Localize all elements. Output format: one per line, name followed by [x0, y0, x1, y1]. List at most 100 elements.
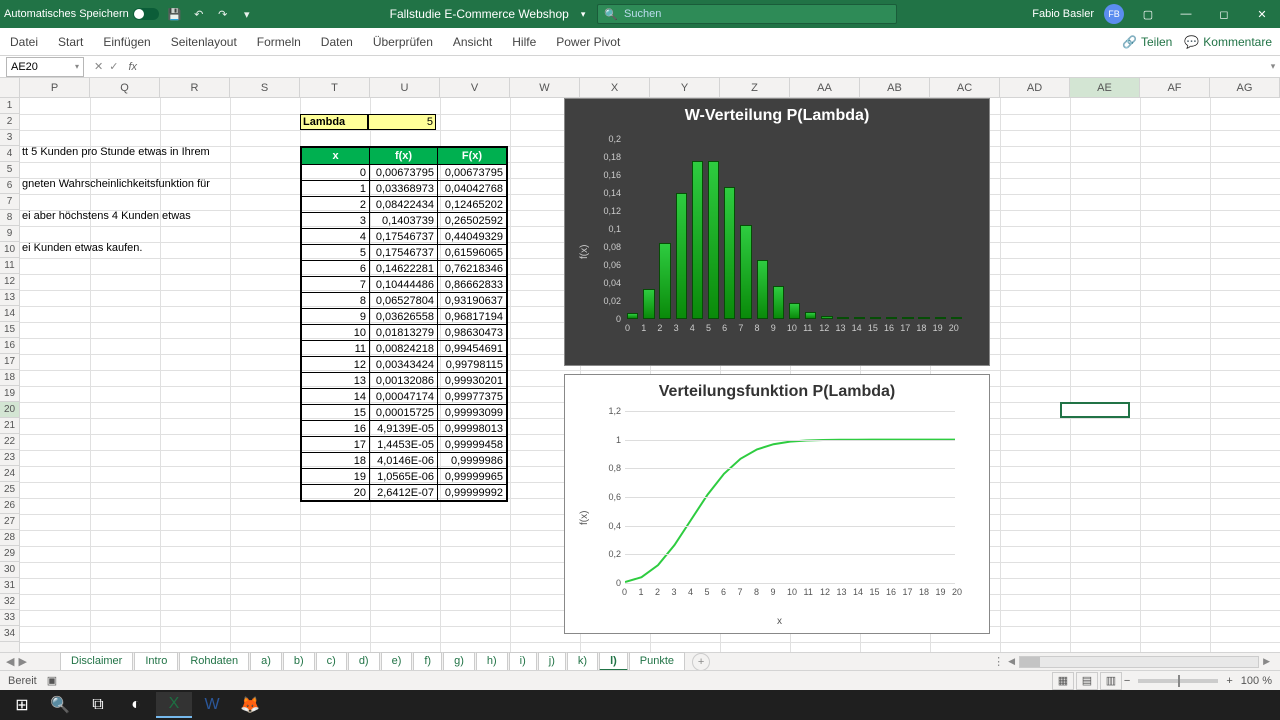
cell-text[interactable]: ei Kunden etwas kaufen.: [22, 242, 142, 254]
table-row[interactable]: 164,9139E-050,99998013: [302, 420, 506, 436]
row-header[interactable]: 10: [0, 242, 19, 258]
col-header[interactable]: Y: [650, 78, 720, 97]
table-row[interactable]: 202,6412E-070,99999992: [302, 484, 506, 500]
close-icon[interactable]: ✕: [1248, 2, 1276, 26]
row-header[interactable]: 11: [0, 258, 19, 274]
row-header[interactable]: 16: [0, 338, 19, 354]
table-row[interactable]: 20,084224340,12465202: [302, 196, 506, 212]
ribbon-mode-icon[interactable]: ▢: [1134, 2, 1162, 26]
table-row[interactable]: 120,003434240,99798115: [302, 356, 506, 372]
row-header[interactable]: 8: [0, 210, 19, 226]
autosave-toggle[interactable]: Automatisches Speichern: [4, 8, 159, 20]
page-layout-icon[interactable]: ▤: [1076, 672, 1098, 690]
ribbon-tab-einfügen[interactable]: Einfügen: [101, 35, 152, 49]
row-header[interactable]: 12: [0, 274, 19, 290]
table-row[interactable]: 110,008242180,99454691: [302, 340, 506, 356]
row-header[interactable]: 15: [0, 322, 19, 338]
sheet-tab[interactable]: l): [599, 652, 628, 671]
app-icon[interactable]: ◐: [118, 692, 154, 718]
sheet-tab[interactable]: j): [538, 652, 566, 671]
row-header[interactable]: 7: [0, 194, 19, 210]
table-row[interactable]: 184,0146E-060,9999986: [302, 452, 506, 468]
line-chart[interactable]: Verteilungsfunktion P(Lambda) f(x) 00,20…: [564, 374, 990, 634]
hscroll-left-icon[interactable]: ◀: [1008, 656, 1015, 667]
sheet-tab[interactable]: e): [381, 652, 413, 671]
row-header[interactable]: 26: [0, 498, 19, 514]
row-header[interactable]: 30: [0, 562, 19, 578]
sheet-tab[interactable]: h): [476, 652, 508, 671]
select-all-corner[interactable]: [0, 78, 20, 97]
table-row[interactable]: 90,036265580,96817194: [302, 308, 506, 324]
row-header[interactable]: 27: [0, 514, 19, 530]
ribbon-tab-ansicht[interactable]: Ansicht: [451, 35, 494, 49]
row-header[interactable]: 29: [0, 546, 19, 562]
table-row[interactable]: 10,033689730,04042768: [302, 180, 506, 196]
col-header[interactable]: AB: [860, 78, 930, 97]
table-row[interactable]: 00,006737950,00673795: [302, 164, 506, 180]
user-avatar[interactable]: FB: [1104, 4, 1124, 24]
sheet-tab[interactable]: i): [509, 652, 537, 671]
active-cell[interactable]: [1060, 402, 1130, 418]
search-taskbar-icon[interactable]: 🔍: [42, 692, 78, 718]
name-box[interactable]: AE20▾: [6, 57, 84, 77]
ribbon-tab-überprüfen[interactable]: Überprüfen: [371, 35, 435, 49]
minimize-icon[interactable]: —: [1172, 2, 1200, 26]
zoom-slider[interactable]: [1138, 679, 1218, 683]
task-view-icon[interactable]: ⧉: [80, 692, 116, 718]
sheet-tab[interactable]: k): [567, 652, 598, 671]
excel-taskbar-icon[interactable]: X: [156, 692, 192, 718]
cell-text[interactable]: gneten Wahrscheinlichkeitsfunktion für: [22, 178, 210, 190]
row-header[interactable]: 2: [0, 114, 19, 130]
row-header[interactable]: 17: [0, 354, 19, 370]
sheet-nav-next-icon[interactable]: ▶: [18, 655, 26, 668]
row-header[interactable]: 24: [0, 466, 19, 482]
table-row[interactable]: 130,001320860,99930201: [302, 372, 506, 388]
row-header[interactable]: 9: [0, 226, 19, 242]
sheet-tab[interactable]: g): [443, 652, 475, 671]
expand-formula-icon[interactable]: ▾: [1266, 61, 1280, 72]
lambda-label-cell[interactable]: Lambda: [300, 114, 368, 130]
row-header[interactable]: 6: [0, 178, 19, 194]
row-header[interactable]: 14: [0, 306, 19, 322]
row-header[interactable]: 13: [0, 290, 19, 306]
ribbon-tab-daten[interactable]: Daten: [319, 35, 355, 49]
row-header[interactable]: 32: [0, 594, 19, 610]
sheet-tab[interactable]: Punkte: [629, 652, 685, 671]
col-header[interactable]: AC: [930, 78, 1000, 97]
col-header[interactable]: AA: [790, 78, 860, 97]
firefox-taskbar-icon[interactable]: 🦊: [232, 692, 268, 718]
sheet-tab[interactable]: Intro: [134, 652, 178, 671]
row-header[interactable]: 20: [0, 402, 19, 418]
sheet-tab[interactable]: Disclaimer: [60, 652, 133, 671]
table-row[interactable]: 70,104444860,86662833: [302, 276, 506, 292]
fx-icon[interactable]: fx: [124, 61, 141, 73]
macro-record-icon[interactable]: ▣: [47, 674, 57, 687]
table-row[interactable]: 60,146222810,76218346: [302, 260, 506, 276]
ribbon-tab-start[interactable]: Start: [56, 35, 85, 49]
sheet-tab[interactable]: Rohdaten: [179, 652, 249, 671]
row-header[interactable]: 3: [0, 130, 19, 146]
row-header[interactable]: 19: [0, 386, 19, 402]
lambda-value-cell[interactable]: 5: [368, 114, 436, 130]
row-header[interactable]: 34: [0, 626, 19, 642]
page-break-icon[interactable]: ▥: [1100, 672, 1122, 690]
maximize-icon[interactable]: ◻: [1210, 2, 1238, 26]
ribbon-tab-formeln[interactable]: Formeln: [255, 35, 303, 49]
cell-text[interactable]: ei aber höchstens 4 Kunden etwas: [22, 210, 191, 222]
search-input[interactable]: 🔍 Suchen: [597, 4, 897, 24]
hscroll-track[interactable]: [1019, 656, 1259, 668]
row-header[interactable]: 21: [0, 418, 19, 434]
col-header[interactable]: R: [160, 78, 230, 97]
col-header[interactable]: X: [580, 78, 650, 97]
table-row[interactable]: 191,0565E-060,99999965: [302, 468, 506, 484]
col-header[interactable]: T: [300, 78, 370, 97]
sheet-tab[interactable]: f): [413, 652, 442, 671]
share-button[interactable]: 🔗 Teilen: [1122, 35, 1172, 49]
table-row[interactable]: 30,14037390,26502592: [302, 212, 506, 228]
bar-chart[interactable]: W-Verteilung P(Lambda) f(x) 00,020,040,0…: [564, 98, 990, 366]
confirm-formula-icon[interactable]: ✓: [109, 60, 118, 73]
col-header[interactable]: P: [20, 78, 90, 97]
cancel-formula-icon[interactable]: ✕: [94, 60, 103, 73]
table-row[interactable]: 171,4453E-050,99999458: [302, 436, 506, 452]
ribbon-tab-datei[interactable]: Datei: [8, 35, 40, 49]
